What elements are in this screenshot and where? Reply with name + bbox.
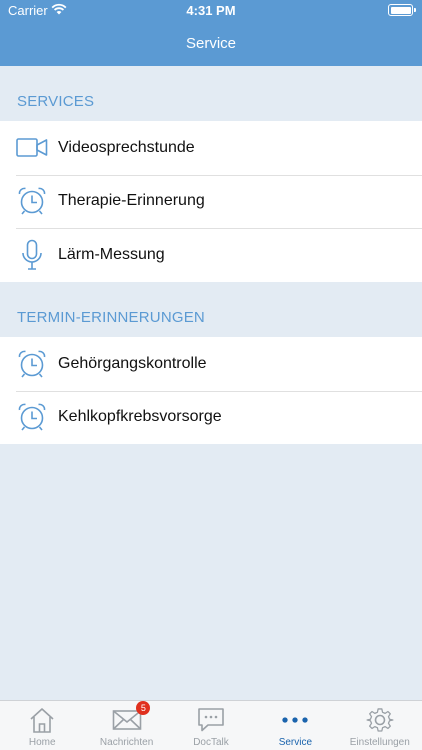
list-item-kehlkopfkrebsvorsorge[interactable]: Kehlkopfkrebsvorsorge bbox=[0, 390, 422, 445]
list-item-label: Lärm-Messung bbox=[58, 245, 165, 263]
page-title: Service bbox=[185, 35, 237, 52]
tab-label: Nachrichten bbox=[99, 737, 154, 748]
tab-label: DocTalk bbox=[193, 737, 229, 748]
tab-einstellungen[interactable]: Einstellungen bbox=[338, 701, 422, 750]
tab-label: Home bbox=[28, 737, 56, 748]
alarm-clock-icon bbox=[16, 185, 48, 217]
battery-icon bbox=[388, 4, 416, 16]
list-item-gehoergangskontrolle[interactable]: Gehörgangskontrolle bbox=[0, 337, 422, 391]
services-list: Videosprechstunde Therapie-Erinnerung Lä… bbox=[0, 121, 422, 282]
tab-doctalk[interactable]: DocTalk bbox=[169, 701, 253, 750]
unread-badge: 5 bbox=[136, 701, 151, 715]
alarm-clock-icon bbox=[16, 401, 48, 433]
tab-label: Service bbox=[278, 737, 313, 748]
section-header-termin-erinnerungen: TERMIN-ERINNERUNGEN bbox=[17, 309, 205, 326]
video-camera-icon bbox=[16, 132, 48, 164]
tab-label: Einstellungen bbox=[349, 737, 410, 748]
list-item-label: Gehörgangskontrolle bbox=[58, 354, 207, 372]
list-item-label: Kehlkopfkrebsvorsorge bbox=[58, 408, 222, 426]
chat-bubble-icon bbox=[196, 706, 226, 734]
list-item-laerm-messung[interactable]: Lärm-Messung bbox=[0, 228, 422, 282]
microphone-icon bbox=[16, 239, 48, 271]
alarm-clock-icon bbox=[16, 348, 48, 380]
termin-erinnerungen-list: Gehörgangskontrolle Kehlkopfkrebsvorsorg… bbox=[0, 337, 422, 444]
clock: 4:31 PM bbox=[186, 3, 236, 18]
more-dots-icon bbox=[280, 706, 310, 734]
section-header-services: SERVICES bbox=[17, 93, 95, 110]
tab-nachrichten[interactable]: 5 Nachrichten bbox=[84, 701, 168, 750]
navigation-bar: Carrier 4:31 PM Service bbox=[0, 0, 422, 66]
tab-service[interactable]: Service bbox=[253, 701, 337, 750]
house-icon bbox=[27, 706, 57, 734]
tab-home[interactable]: Home bbox=[0, 701, 84, 750]
gear-icon bbox=[365, 706, 395, 734]
list-item-label: Videosprechstunde bbox=[58, 138, 195, 156]
list-item-therapie-erinnerung[interactable]: Therapie-Erinnerung bbox=[0, 174, 422, 229]
list-item-videosprechstunde[interactable]: Videosprechstunde bbox=[0, 121, 422, 175]
list-item-label: Therapie-Erinnerung bbox=[58, 192, 205, 210]
status-bar: Carrier 4:31 PM bbox=[0, 0, 422, 22]
tab-bar: Home 5 Nachrichten DocTalk Service Einst… bbox=[0, 700, 422, 750]
